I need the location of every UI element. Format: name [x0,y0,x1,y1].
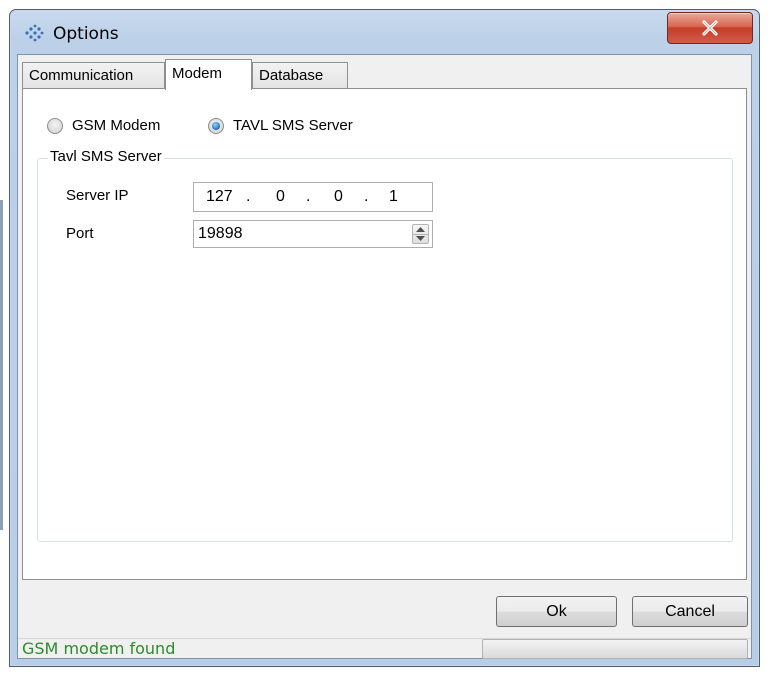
ip-octet-3[interactable]: 0 [334,188,343,206]
parent-window-edge [0,200,3,530]
tavl-sms-server-radio[interactable] [208,117,224,134]
server-ip-input[interactable]: 127 . 0 . 0 . 1 [193,182,433,212]
port-value[interactable]: 19898 [198,225,243,243]
tab-communication[interactable]: Communication [22,62,165,89]
status-bar: GSM modem found [18,638,751,659]
tavl-sms-server-label: TAVL SMS Server [233,117,353,134]
close-button[interactable] [667,12,753,44]
tavl-sms-server-group: Tavl SMS Server Server IP 127 . 0 . 0 . … [37,148,733,542]
gsm-modem-radio[interactable] [47,117,63,134]
title-bar[interactable]: Options [10,10,759,54]
options-app-icon [24,24,44,42]
modem-tab-page: GSM Modem TAVL SMS Server Tavl SMS Serve… [22,88,747,580]
gsm-modem-label: GSM Modem [72,117,161,134]
ip-octet-4[interactable]: 1 [389,188,398,206]
port-label: Port [66,225,94,242]
progress-bar [482,639,748,659]
tab-database[interactable]: Database [252,62,348,89]
port-stepper[interactable]: 19898 [193,220,433,248]
gsm-modem-option[interactable]: GSM Modem [47,117,160,134]
cancel-button[interactable]: Cancel [632,596,748,627]
ip-separator: . [246,188,251,205]
chevron-up-icon [416,227,425,232]
tavl-sms-server-option[interactable]: TAVL SMS Server [208,117,353,134]
ok-button[interactable]: Ok [496,596,617,627]
close-x-icon [702,20,718,36]
ip-octet-2[interactable]: 0 [276,188,285,206]
chevron-down-icon [416,236,425,241]
ip-separator: . [306,188,311,205]
group-title: Tavl SMS Server [48,148,164,165]
spin-down-button[interactable] [413,234,428,243]
port-spin-buttons [412,224,429,244]
tab-modem[interactable]: Modem [165,59,252,90]
options-dialog: Options Communication Modem Database GSM… [9,9,760,667]
tab-strip: Communication Modem Database [22,59,722,90]
window-title: Options [53,24,119,44]
dialog-client-area: Communication Modem Database GSM Modem T… [17,54,752,659]
server-ip-label: Server IP [66,187,129,204]
status-message: GSM modem found [22,639,176,658]
ip-octet-1[interactable]: 127 [206,188,233,206]
ip-separator: . [364,188,369,205]
